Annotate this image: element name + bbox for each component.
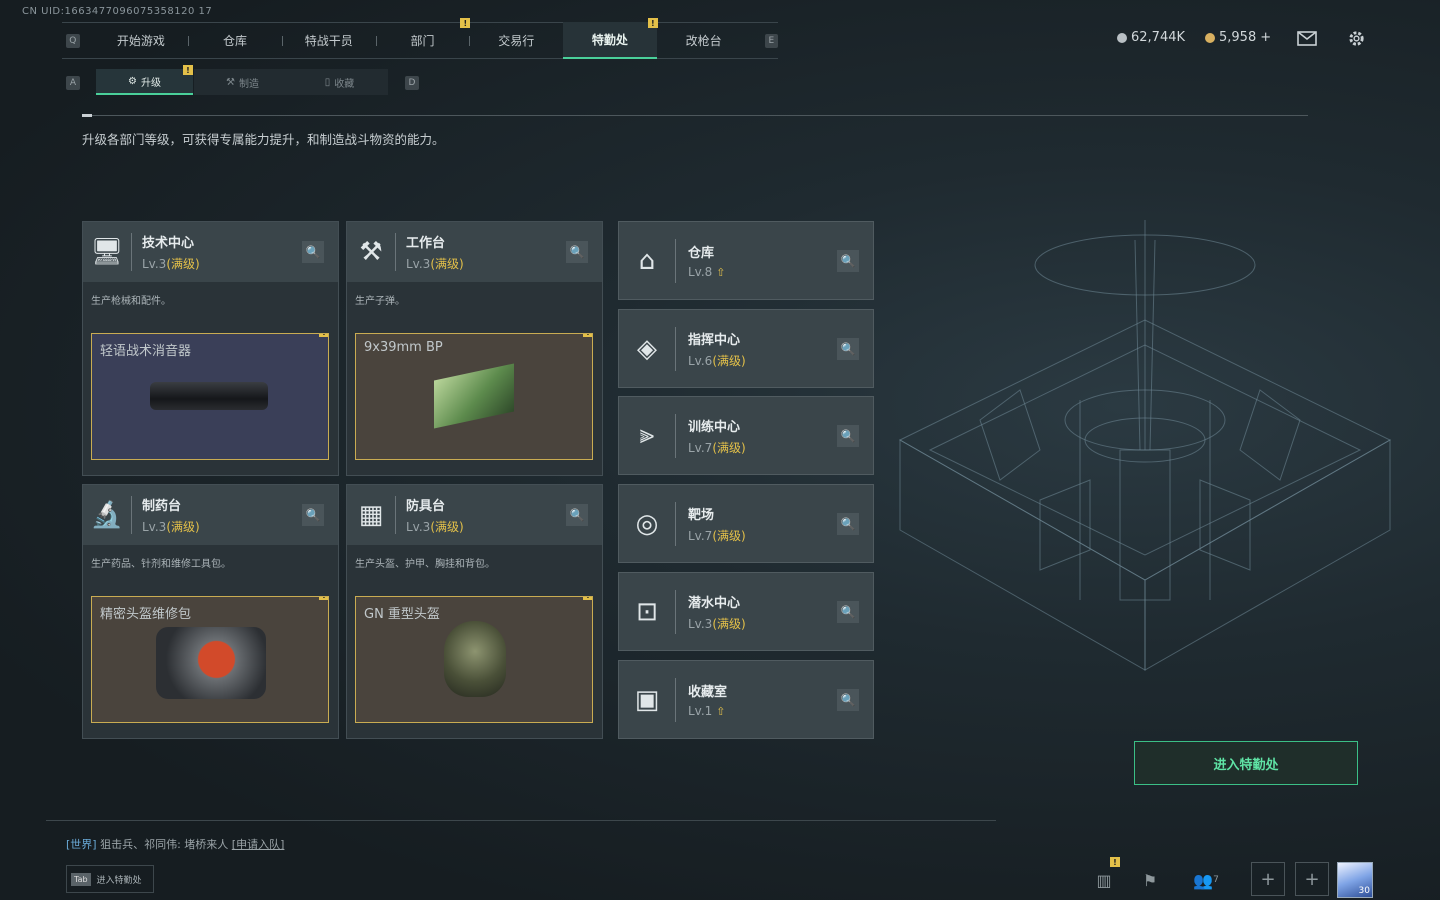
stats-chart-icon[interactable]: ▥!: [1086, 857, 1122, 898]
nav-next-key-hint: E: [764, 33, 779, 48]
alert-badge: !: [583, 334, 592, 337]
command-emblem-icon: ◈: [637, 333, 657, 364]
craft-item-slot[interactable]: 9x39mm BP !: [355, 333, 593, 460]
search-icon[interactable]: 🔍: [302, 504, 324, 526]
divider: [82, 115, 1308, 116]
workstation-card-workbench[interactable]: ⚒ 工作台Lv.3(满级) 🔍 生产子弹。 9x39mm BP !: [346, 221, 603, 476]
gold-coin-icon: [1205, 32, 1215, 43]
diving-mask-icon: ⊡: [636, 596, 658, 627]
alert-badge: !: [1110, 857, 1120, 867]
upgrade-available-icon: ⇧: [716, 705, 726, 718]
tab-start-game[interactable]: 开始游戏: [94, 22, 189, 59]
warehouse-icon: ⌂: [638, 245, 656, 276]
alert-badge: !: [319, 597, 328, 600]
display-case-icon: ▣: [634, 684, 660, 715]
friends-icon: 👥: [1193, 870, 1214, 890]
search-icon[interactable]: 🔍: [837, 425, 859, 447]
search-icon[interactable]: 🔍: [566, 241, 588, 263]
craft-icon: ⚒: [226, 76, 235, 88]
tab-trading[interactable]: 交易行: [469, 22, 563, 59]
ammo-box-image: [434, 363, 514, 429]
enter-special-ops-hint[interactable]: Tab 进入特勤处: [66, 865, 154, 893]
mail-icon[interactable]: [1297, 31, 1317, 46]
search-icon[interactable]: 🔍: [837, 513, 859, 535]
upgrade-icon: ⚙: [128, 75, 137, 87]
tab-operators[interactable]: 特战干员: [281, 22, 376, 59]
microscope-icon: 🔬: [90, 500, 124, 530]
nav-prev-key-hint: Q: [66, 33, 80, 48]
friends-button[interactable]: 👥 7: [1186, 862, 1226, 898]
subtab-next-key-hint: D: [405, 76, 419, 90]
main-nav-bar: Q 开始游戏 仓库 特战干员 部门! 交易行 特勤处! 改枪台 E: [62, 18, 779, 59]
tab-special-ops[interactable]: 特勤处!: [563, 18, 658, 59]
subtab-upgrade[interactable]: ⚙ 升级 !: [96, 65, 193, 95]
subtab-prev-key-hint: A: [66, 76, 80, 90]
repair-kit-bag-image: [156, 627, 266, 699]
silver-coin-icon: [1117, 32, 1127, 43]
settings-gear-icon[interactable]: [1347, 29, 1366, 48]
facility-card-warehouse[interactable]: ⌂ 仓库 Lv.8 ⇧ 🔍: [618, 221, 874, 300]
facility-card-training-center[interactable]: ⫸ 训练中心 Lv.7(满级) 🔍: [618, 396, 874, 475]
target-icon: ◎: [635, 508, 659, 539]
suppressor-image: [150, 382, 268, 410]
join-team-link[interactable]: [申请入队]: [232, 838, 285, 851]
flag-icon[interactable]: ⚑: [1132, 862, 1168, 898]
workstation-card-pharmacy[interactable]: 🔬 制药台Lv.3(满级) 🔍 生产药品、针剂和维修工具包。 精密头盔维修包 !: [82, 484, 339, 739]
world-chat-message[interactable]: [世界] 狙击兵、祁同伟: 堵桥来人 [申请入队]: [66, 836, 284, 852]
tab-department[interactable]: 部门!: [375, 18, 471, 59]
search-icon[interactable]: 🔍: [566, 504, 588, 526]
tab-warehouse[interactable]: 仓库: [188, 22, 282, 59]
subtab-collection[interactable]: ▯ 收藏: [291, 69, 388, 95]
workstation-card-armor-bench[interactable]: ▦ 防具台Lv.3(满级) 🔍 生产头盔、护甲、胸挂和背包。 GN 重型头盔 !: [346, 484, 603, 739]
tab-key-hint: Tab: [71, 872, 91, 886]
craft-item-slot[interactable]: 精密头盔维修包 !: [91, 596, 329, 723]
add-teammate-button[interactable]: +: [1251, 862, 1285, 896]
enter-special-ops-button[interactable]: 进入特勤处: [1134, 741, 1358, 785]
computer-icon: 🖥: [90, 237, 124, 267]
hammer-icon: ⚒: [359, 237, 383, 267]
user-uid: CN UID:1663477096075358120 17: [22, 6, 213, 17]
alert-badge: !: [583, 597, 592, 600]
facility-card-diving-center[interactable]: ⊡ 潜水中心 Lv.3(满级) 🔍: [618, 572, 874, 651]
page-description: 升级各部门等级，可获得专属能力提升，和制造战斗物资的能力。: [82, 132, 445, 147]
helmet-image: [444, 621, 506, 697]
craft-item-slot[interactable]: GN 重型头盔 !: [355, 596, 593, 723]
craft-item-slot[interactable]: 轻语战术消音器 !: [91, 333, 329, 460]
search-icon[interactable]: 🔍: [837, 338, 859, 360]
upgrade-available-icon: ⇧: [716, 266, 726, 279]
search-icon[interactable]: 🔍: [837, 689, 859, 711]
search-icon[interactable]: 🔍: [302, 241, 324, 263]
divider: [46, 820, 996, 821]
search-icon[interactable]: 🔍: [837, 250, 859, 272]
subtab-craft[interactable]: ⚒ 制造: [194, 69, 291, 95]
divider-marker: [82, 114, 92, 117]
armor-blocks-icon: ▦: [358, 500, 384, 530]
workstation-card-tech-center[interactable]: 🖥 技术中心Lv.3(满级) 🔍 生产枪械和配件。 轻语战术消音器 !: [82, 221, 339, 476]
alert-badge: !: [183, 65, 193, 75]
add-currency-icon[interactable]: +: [1260, 30, 1271, 45]
base-blueprint-illustration: [898, 220, 1392, 671]
currency-silver[interactable]: 62,744K: [1117, 30, 1185, 45]
alert-badge: !: [319, 334, 328, 337]
facility-card-shooting-range[interactable]: ◎ 靶场 Lv.7(满级) 🔍: [618, 484, 874, 563]
tab-gunsmith[interactable]: 改枪台: [657, 22, 751, 59]
currency-gold[interactable]: 5,958 +: [1205, 30, 1271, 45]
search-icon[interactable]: 🔍: [837, 601, 859, 623]
facility-card-command-center[interactable]: ◈ 指挥中心 Lv.6(满级) 🔍: [618, 309, 874, 388]
facility-card-collection-room[interactable]: ▣ 收藏室 Lv.1 ⇧ 🔍: [618, 660, 874, 739]
player-avatar[interactable]: 30: [1337, 862, 1373, 898]
dumbbell-icon: ⫸: [639, 420, 655, 450]
collection-icon: ▯: [324, 76, 331, 88]
add-teammate-button[interactable]: +: [1295, 862, 1329, 896]
